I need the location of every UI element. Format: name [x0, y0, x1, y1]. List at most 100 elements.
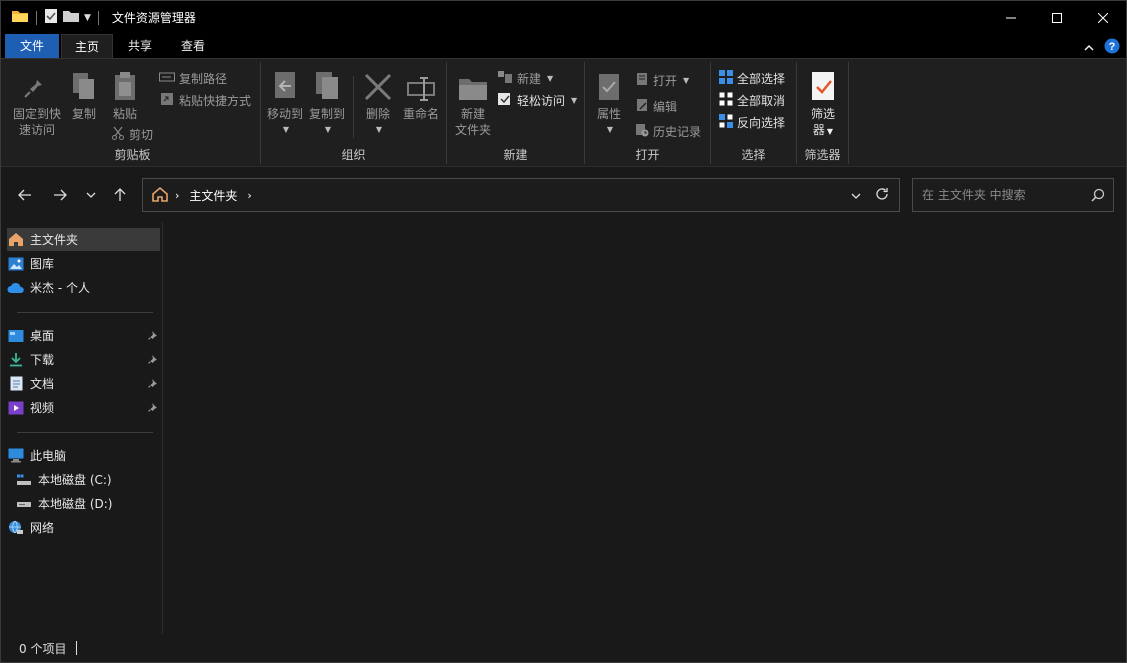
tab-file[interactable]: 文件 [5, 34, 59, 58]
arrow-left-icon [18, 189, 31, 201]
maximize-button[interactable] [1034, 1, 1080, 34]
help-icon[interactable]: ? [1104, 38, 1120, 57]
pin-quick-access-button[interactable]: 固定到快 速访问 [9, 66, 65, 138]
search-icon[interactable] [1091, 188, 1105, 205]
file-list-area[interactable] [164, 222, 1126, 634]
new-folder-quick-icon[interactable] [62, 9, 80, 26]
chevron-right-icon[interactable]: › [175, 189, 179, 202]
filter-button[interactable]: 筛选 器 ▼ [805, 66, 841, 140]
select-all-button[interactable]: 全部选择 [719, 68, 785, 88]
rename-button[interactable]: 重命名 [399, 66, 443, 122]
invert-selection-icon [719, 113, 733, 131]
tab-view[interactable]: 查看 [167, 34, 219, 58]
new-item-button[interactable]: 新建 ▼ [497, 68, 553, 88]
pin-icon[interactable] [148, 377, 158, 391]
chevron-down-icon: ▼ [683, 75, 690, 85]
sidebar-item-desktop[interactable]: 桌面 [7, 324, 160, 347]
sidebar-item-home[interactable]: 主文件夹 [7, 228, 160, 251]
sidebar-item-drive-d[interactable]: 本地磁盘 (D:) [7, 492, 160, 515]
move-to-icon [271, 66, 299, 102]
sidebar-item-label: 视频 [30, 401, 55, 415]
pin-icon[interactable] [148, 329, 158, 343]
customize-quick-access-icon[interactable]: ▼ [84, 13, 91, 23]
copy-button[interactable]: 复制 [67, 66, 101, 122]
sidebar-item-network[interactable]: 网络 [7, 516, 160, 539]
title-bar: ▼ 文件资源管理器 [1, 1, 1126, 34]
recent-locations-button[interactable] [81, 185, 101, 205]
pin-icon[interactable] [148, 401, 158, 415]
open-button[interactable]: 打开 ▼ [635, 70, 689, 90]
select-none-button[interactable]: 全部取消 [719, 90, 785, 110]
status-bar: 0 个项目 [1, 634, 1126, 662]
sidebar-item-downloads[interactable]: 下载 [7, 348, 160, 371]
delete-x-icon [363, 66, 393, 102]
status-separator [76, 641, 78, 655]
paste-label: 粘贴 [112, 107, 137, 121]
up-button[interactable] [110, 185, 130, 205]
move-to-button[interactable]: 移动到 ▼ [265, 66, 305, 138]
invert-selection-button[interactable]: 反向选择 [719, 112, 785, 132]
address-bar[interactable]: › 主文件夹 › [142, 178, 900, 212]
copy-to-label: 复制到 [308, 107, 345, 121]
sidebar-item-onedrive[interactable]: 米杰 - 个人 [7, 276, 160, 299]
clipboard-group: 固定到快 速访问 复制 粘贴 复制路径 粘贴快捷方式 剪切 剪贴板 [5, 62, 261, 164]
search-box[interactable] [912, 178, 1114, 212]
easy-access-button[interactable]: 轻松访问 ▼ [497, 90, 577, 110]
properties-quick-icon[interactable] [44, 8, 58, 27]
sidebar-item-label: 主文件夹 [30, 233, 79, 247]
sidebar-item-label: 本地磁盘 (D:) [38, 497, 113, 511]
chevron-down-icon: ▼ [324, 125, 332, 134]
drive-c-icon [15, 472, 33, 488]
properties-button[interactable]: 属性 ▼ [591, 66, 627, 138]
new-folder-button[interactable]: 新建 文件夹 [451, 66, 495, 138]
clipboard-group-label: 剪贴板 [114, 148, 151, 162]
sidebar-item-label: 此电脑 [30, 449, 67, 463]
sidebar-item-label: 图库 [30, 257, 55, 271]
copy-to-button[interactable]: 复制到 ▼ [307, 66, 347, 138]
copy-icon [70, 66, 98, 102]
sidebar-item-videos[interactable]: 视频 [7, 396, 160, 419]
paste-button[interactable]: 粘贴 [107, 66, 143, 122]
toolbar-separator [97, 10, 99, 25]
address-dropdown-button[interactable] [851, 188, 861, 202]
history-button[interactable]: 历史记录 [635, 121, 701, 141]
select-group: 全部选择 全部取消 反向选择 选择 [711, 62, 797, 164]
chevron-down-icon: ▼ [282, 125, 290, 134]
breadcrumb-home-folder[interactable]: 主文件夹 [189, 187, 237, 204]
paste-shortcut-button[interactable]: 粘贴快捷方式 [159, 90, 251, 110]
new-item-label: 新建 [517, 71, 542, 86]
collapse-ribbon-icon[interactable] [1084, 41, 1094, 55]
tab-share[interactable]: 共享 [115, 34, 165, 58]
minimize-button[interactable] [988, 1, 1034, 34]
pin-icon[interactable] [148, 353, 158, 367]
chevron-down-icon: ▼ [826, 127, 834, 136]
delete-button[interactable]: 删除 ▼ [361, 66, 395, 138]
select-none-label: 全部取消 [737, 93, 786, 108]
sidebar-item-this-pc[interactable]: 此电脑 [7, 444, 160, 467]
sidebar-item-gallery[interactable]: 图库 [7, 252, 160, 275]
new-item-icon [497, 70, 513, 87]
ribbon-tab-row: 文件 主页 共享 查看 ? [1, 34, 1126, 58]
back-button[interactable] [15, 185, 35, 205]
pin-icon [24, 66, 50, 102]
edit-button[interactable]: 编辑 [635, 96, 677, 116]
sidebar-item-drive-c[interactable]: 本地磁盘 (C:) [7, 468, 160, 491]
cut-button[interactable]: 剪切 [111, 124, 153, 144]
ribbon-right-controls: ? [1084, 38, 1120, 57]
download-icon [7, 352, 25, 368]
copy-path-button[interactable]: 复制路径 [159, 68, 227, 88]
organize-group: 移动到 ▼ 复制到 ▼ 删除 ▼ 重命名 组织 [261, 62, 447, 164]
new-folder-label-line1: 新建 [460, 107, 485, 121]
open-label: 打开 [653, 73, 678, 88]
chevron-down-icon [86, 192, 96, 198]
refresh-button[interactable] [875, 187, 889, 204]
organize-separator [353, 76, 354, 138]
close-button[interactable] [1080, 1, 1126, 34]
search-input[interactable] [922, 188, 1082, 202]
tab-home[interactable]: 主页 [61, 34, 113, 58]
filter-group-label: 筛选器 [804, 148, 841, 162]
sidebar-item-documents[interactable]: 文档 [7, 372, 160, 395]
easy-access-icon [497, 92, 513, 109]
forward-button[interactable] [50, 185, 70, 205]
chevron-right-icon[interactable]: › [247, 189, 251, 202]
